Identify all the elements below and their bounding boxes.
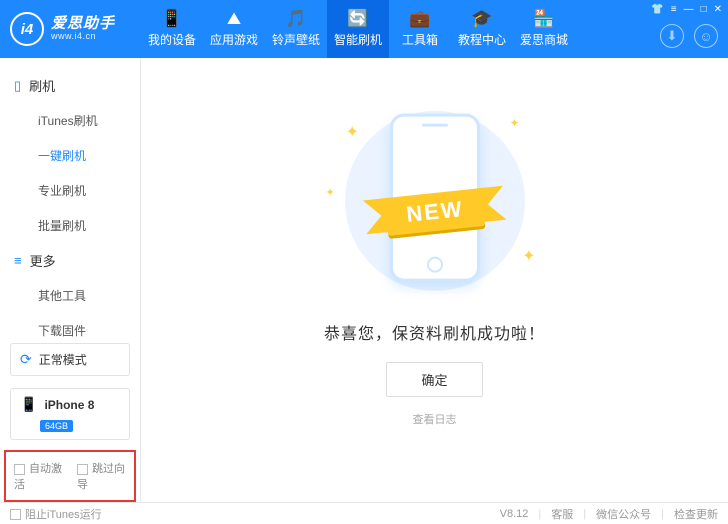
mode-box[interactable]: ⟳ 正常模式 [10, 343, 130, 376]
brand-site: www.i4.cn [51, 32, 115, 42]
highlight-box: 自动激活 跳过向导 [4, 450, 136, 502]
star-icon: ✦ [346, 122, 359, 142]
block-itunes-checkbox[interactable]: 阻止iTunes运行 [10, 506, 102, 522]
checkbox-icon [77, 464, 88, 475]
version-label: V8.12 [500, 508, 529, 520]
tutorial-icon: 🎓 [471, 10, 492, 27]
tab-ringtones[interactable]: 🎵铃声壁纸 [265, 0, 327, 58]
success-illustration: ✦ ✦ ✦ ✦ NEW [320, 106, 550, 296]
tab-apps-games[interactable]: ⛰应用游戏 [203, 0, 265, 58]
footer-right: V8.12 | 客服 | 微信公众号 | 检查更新 [500, 506, 718, 522]
header-right-buttons: ⬇ ☺ [660, 24, 718, 48]
main-content: ✦ ✦ ✦ ✦ NEW 恭喜您，保资料刷机成功啦！ 确定 查看日志 [141, 58, 728, 502]
device-name: iPhone 8 [44, 398, 94, 412]
toolbox-icon: 💼 [409, 10, 430, 27]
sidebar-item-pro-flash[interactable]: 专业刷机 [0, 173, 140, 208]
footer-link-wechat[interactable]: 微信公众号 [596, 506, 651, 522]
storage-badge: 64GB [40, 420, 73, 432]
close-icon[interactable]: ✕ [714, 4, 722, 15]
device-box[interactable]: 📱 iPhone 8 64GB [10, 388, 130, 440]
shirt-icon[interactable]: 👕 [651, 4, 663, 15]
store-icon: 🏪 [533, 10, 554, 27]
music-icon: 🎵 [285, 10, 306, 27]
logo-icon: i4 [10, 12, 44, 46]
refresh-icon: ⟳ [20, 351, 32, 368]
menu-icon[interactable]: ≡ [671, 4, 677, 15]
tab-store[interactable]: 🏪爱思商城 [513, 0, 575, 58]
footer: 阻止iTunes运行 V8.12 | 客服 | 微信公众号 | 检查更新 [0, 502, 728, 524]
download-button[interactable]: ⬇ [660, 24, 684, 48]
checkbox-icon [14, 464, 25, 475]
checkbox-icon [10, 509, 21, 520]
sidebar-scroll: ▯ 刷机 iTunes刷机 一键刷机 专业刷机 批量刷机 ≡ 更多 其他工具 下… [0, 58, 140, 337]
phone-icon: ▯ [14, 78, 21, 94]
sidebar-item-itunes-flash[interactable]: iTunes刷机 [0, 103, 140, 138]
skip-wizard-checkbox[interactable]: 跳过向导 [77, 460, 126, 492]
maximize-icon[interactable]: □ [701, 4, 707, 15]
view-log-link[interactable]: 查看日志 [413, 411, 457, 427]
device-icon: 📱 [161, 10, 182, 27]
sidebar-group-flash[interactable]: ▯ 刷机 [0, 68, 140, 103]
tab-toolbox[interactable]: 💼工具箱 [389, 0, 451, 58]
sidebar-item-download-firmware[interactable]: 下载固件 [0, 313, 140, 337]
sidebar-item-other-tools[interactable]: 其他工具 [0, 278, 140, 313]
sidebar-item-onekey-flash[interactable]: 一键刷机 [0, 138, 140, 173]
window-controls: 👕 ≡ — □ ✕ [651, 4, 722, 15]
ok-button[interactable]: 确定 [386, 362, 482, 397]
brand-name: 爱思助手 [51, 16, 115, 33]
minimize-icon[interactable]: — [684, 4, 694, 15]
auto-activate-checkbox[interactable]: 自动激活 [14, 460, 63, 492]
star-icon: ✦ [326, 186, 335, 199]
footer-link-update[interactable]: 检查更新 [674, 506, 718, 522]
mode-label: 正常模式 [39, 351, 87, 368]
sidebar-item-batch-flash[interactable]: 批量刷机 [0, 208, 140, 243]
sidebar-group-more[interactable]: ≡ 更多 [0, 243, 140, 278]
logo-text: 爱思助手 www.i4.cn [51, 16, 115, 42]
device-phone-icon: 📱 [20, 396, 37, 413]
footer-left: 阻止iTunes运行 [10, 506, 102, 522]
footer-link-support[interactable]: 客服 [551, 506, 573, 522]
star-icon: ✦ [509, 116, 519, 130]
header-tabs: 📱我的设备 ⛰应用游戏 🎵铃声壁纸 🔄智能刷机 💼工具箱 🎓教程中心 🏪爱思商城 [141, 0, 575, 58]
flash-icon: 🔄 [347, 10, 368, 27]
logo-area: i4 爱思助手 www.i4.cn [0, 12, 141, 46]
success-message: 恭喜您，保资料刷机成功啦！ [324, 320, 545, 344]
body: ▯ 刷机 iTunes刷机 一键刷机 专业刷机 批量刷机 ≡ 更多 其他工具 下… [0, 58, 728, 502]
more-icon: ≡ [14, 253, 22, 268]
tab-tutorial[interactable]: 🎓教程中心 [451, 0, 513, 58]
user-button[interactable]: ☺ [694, 24, 718, 48]
sidebar: ▯ 刷机 iTunes刷机 一键刷机 专业刷机 批量刷机 ≡ 更多 其他工具 下… [0, 58, 141, 502]
tab-my-device[interactable]: 📱我的设备 [141, 0, 203, 58]
tab-smart-flash[interactable]: 🔄智能刷机 [327, 0, 389, 58]
star-icon: ✦ [522, 246, 535, 266]
apps-icon: ⛰ [227, 10, 241, 27]
header: i4 爱思助手 www.i4.cn 📱我的设备 ⛰应用游戏 🎵铃声壁纸 🔄智能刷… [0, 0, 728, 58]
